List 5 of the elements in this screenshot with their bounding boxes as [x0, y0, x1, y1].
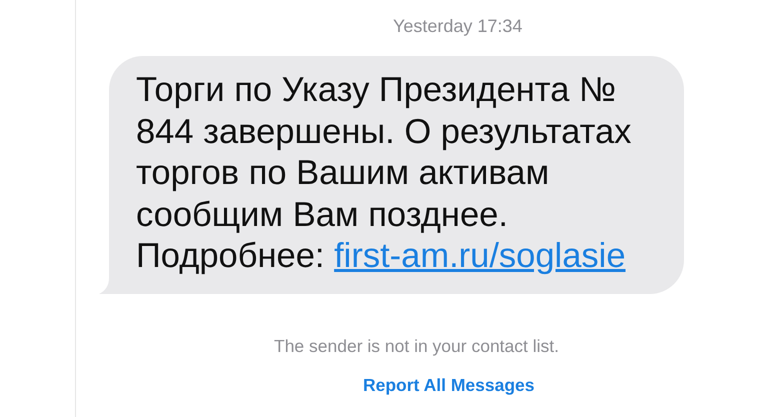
- timestamp: Yesterday 17:34: [393, 16, 522, 37]
- sender-notice: The sender is not in your contact list.: [274, 336, 559, 356]
- report-link[interactable]: Report All Messages: [363, 374, 534, 396]
- message-link[interactable]: first-am.ru/soglasie: [334, 237, 626, 275]
- message-text: Торги по Указу Президента № 844 завершены. О результатах торгов по Вашим активам сообщим Вам позднее. Подробнее: first-am.ru/soglasie: [136, 71, 632, 275]
